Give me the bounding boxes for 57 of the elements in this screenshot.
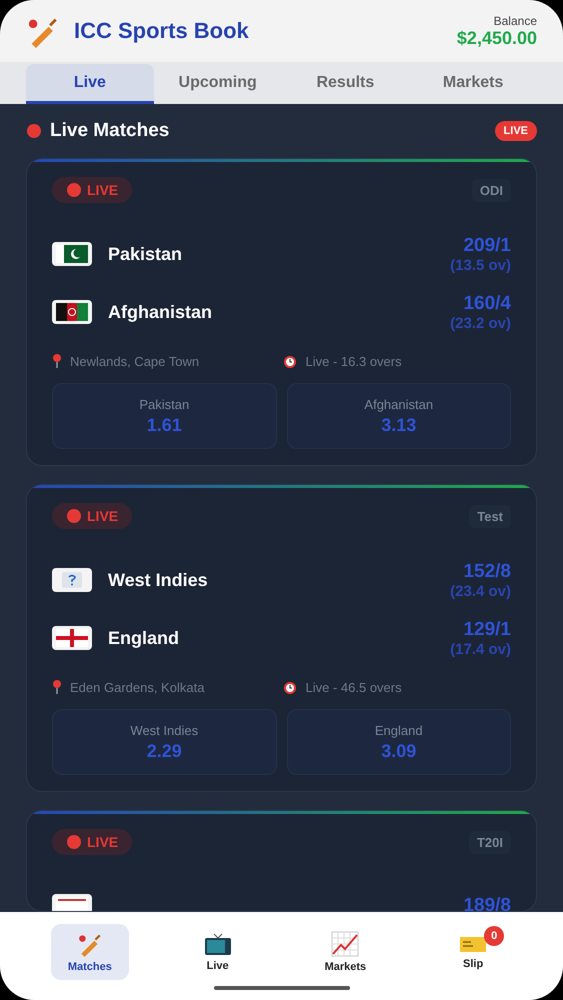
- team-name: West Indies: [108, 570, 208, 590]
- overs-text: (17.4 ov): [450, 640, 511, 658]
- overs-text: (23.4 ov): [450, 582, 511, 600]
- format-tag: ODI: [472, 178, 511, 202]
- nav-item[interactable]: Matches: [50, 924, 129, 980]
- balance-amount: $2,450.00: [456, 28, 537, 48]
- pin-icon: [52, 680, 62, 694]
- chart-icon: [331, 931, 360, 957]
- odds-button[interactable]: England 3.09: [286, 709, 511, 775]
- match-overs-text: Live - 46.5 overs: [306, 680, 402, 694]
- overs-text: (13.5 ov): [450, 256, 511, 274]
- tab[interactable]: Results: [282, 64, 410, 104]
- flag-icon: [52, 300, 92, 324]
- live-badge: LIVE: [52, 503, 132, 529]
- nav-item[interactable]: Slip 0: [434, 924, 512, 980]
- nav-item[interactable]: Live: [178, 924, 257, 980]
- nav-item[interactable]: Markets: [306, 924, 384, 980]
- team-score: 209/1: [463, 234, 511, 256]
- live-dot-icon: [26, 123, 42, 139]
- app-title: ICC Sports Book: [74, 18, 249, 44]
- tv-icon: [204, 932, 232, 956]
- overs-text: (23.2 ov): [450, 314, 511, 332]
- match-overs-text: Live - 16.3 overs: [306, 354, 402, 368]
- odds-button[interactable]: West Indies 2.29: [52, 709, 276, 775]
- live-badge: LIVE: [52, 829, 132, 855]
- tab[interactable]: Markets: [409, 64, 537, 104]
- team-score: 152/8: [463, 560, 511, 582]
- live-badge: LIVE: [494, 121, 537, 141]
- flag-icon: [52, 242, 92, 266]
- tab[interactable]: Live: [26, 64, 154, 104]
- team-name: Afghanistan: [108, 302, 212, 322]
- team-name: Pakistan: [108, 244, 182, 264]
- match-card[interactable]: LIVE ODI Pakistan 209/1 (13.5 ov) Afghanistan 160/4 (23.2 ov) Newlands, Cape Town Live - 16.3 overs Pakistan 1.61 Afghanistan 3.13: [26, 158, 537, 466]
- section-title: Live Matches: [50, 120, 170, 142]
- ticket-icon: [459, 934, 488, 954]
- balance-label: Balance: [494, 14, 537, 28]
- venue-text: Newlands, Cape Town: [70, 354, 200, 368]
- live-dot-icon: [66, 182, 82, 198]
- live-dot-icon: [66, 834, 82, 850]
- team-score: 129/1: [463, 618, 511, 640]
- live-dot-icon: [66, 508, 82, 524]
- tab[interactable]: Upcoming: [154, 64, 282, 104]
- format-tag: Test: [469, 504, 511, 528]
- live-badge: LIVE: [52, 177, 132, 203]
- alarm-clock-icon: [282, 679, 298, 695]
- count-badge: 0: [484, 926, 504, 946]
- venue-text: Eden Gardens, Kolkata: [70, 680, 204, 694]
- match-card[interactable]: LIVE Test West Indies 152/8 (23.4 ov) England 129/1 (17.4 ov) Eden Gardens, Kolkata Live - 46.5 overs West Indies 2.29 England 3.09: [26, 484, 537, 792]
- flag-icon: [52, 568, 92, 592]
- odds-button[interactable]: Afghanistan 3.13: [286, 383, 511, 449]
- format-tag: T20I: [468, 830, 511, 854]
- odds-button[interactable]: Pakistan 1.61: [52, 383, 276, 449]
- pin-icon: [52, 354, 62, 368]
- team-score: 160/4: [463, 292, 511, 314]
- team-name: England: [108, 628, 179, 648]
- alarm-clock-icon: [282, 353, 298, 369]
- flag-icon: [52, 626, 92, 650]
